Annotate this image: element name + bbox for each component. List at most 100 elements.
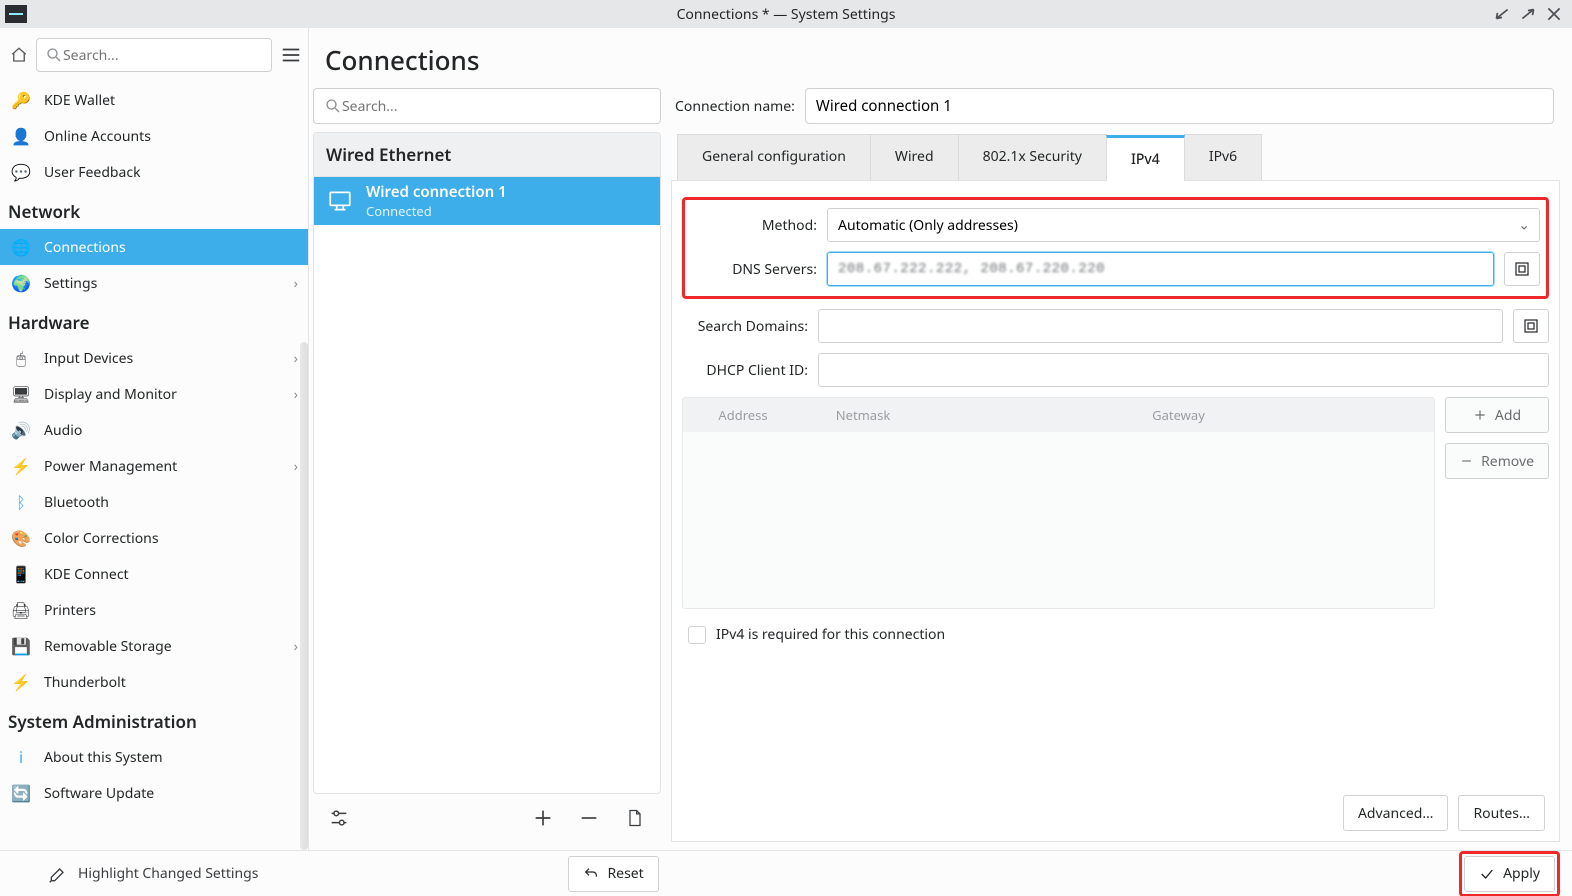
window-title: Connections * — System Settings <box>0 5 1572 24</box>
globe-icon: 🌍 <box>10 272 32 294</box>
sidebar-item-user-feedback[interactable]: 💬 User Feedback <box>0 154 308 190</box>
sidebar-item-connections[interactable]: 🌐 Connections <box>0 229 308 265</box>
advanced-button[interactable]: Advanced… <box>1343 795 1448 831</box>
remove-connection-button[interactable] <box>575 804 603 832</box>
sidebar-search-input[interactable] <box>63 46 263 65</box>
sidebar-item-online-accounts[interactable]: 👤 Online Accounts <box>0 118 308 154</box>
sidebar-item-bluetooth[interactable]: ᛒ Bluetooth <box>0 484 308 520</box>
highlighter-icon <box>48 864 68 884</box>
sidebar-item-label: Bluetooth <box>44 493 109 512</box>
remove-address-button[interactable]: Remove <box>1445 443 1549 479</box>
sidebar-item-display-monitor[interactable]: 🖥Display and Monitor› <box>0 376 308 412</box>
configure-button[interactable] <box>325 804 353 832</box>
tab-bar: General configuration Wired 802.1x Secur… <box>671 134 1560 181</box>
connection-search[interactable] <box>313 88 661 124</box>
window-controls <box>1492 4 1572 24</box>
tab-wired[interactable]: Wired <box>870 134 959 180</box>
sidebar-item-label: Removable Storage <box>44 637 172 656</box>
sidebar-item-label: Printers <box>44 601 96 620</box>
highlight-changed-label: Highlight Changed Settings <box>78 864 258 883</box>
connection-row[interactable]: Wired connection 1 Connected <box>314 177 660 225</box>
maximize-button[interactable] <box>1518 4 1538 24</box>
minus-icon <box>1460 454 1473 468</box>
connection-list: Wired Ethernet Wired connection 1 Connec… <box>313 132 661 794</box>
category-network: Network <box>0 190 308 229</box>
menu-button[interactable] <box>280 41 302 69</box>
annotation-highlight-apply: Apply <box>1459 851 1560 896</box>
ipv4-required-label: IPv4 is required for this connection <box>716 625 945 644</box>
search-domains-edit-button[interactable] <box>1513 309 1549 343</box>
sidebar-item-input-devices[interactable]: 🖱Input Devices› <box>0 340 308 376</box>
globe-icon: 🌐 <box>10 236 32 258</box>
col-netmask: Netmask <box>803 398 923 432</box>
dns-servers-value: 208.67.222.222, 208.67.220.220 <box>838 261 1105 277</box>
remove-label: Remove <box>1481 452 1534 471</box>
phone-icon: 📱 <box>10 563 32 585</box>
app-icon <box>5 5 27 23</box>
sidebar-item-about-system[interactable]: ℹAbout this System <box>0 739 308 775</box>
sidebar: 🔑 KDE Wallet 👤 Online Accounts 💬 User Fe… <box>0 28 309 850</box>
dhcp-client-id-label: DHCP Client ID: <box>682 361 808 380</box>
power-icon: ⚡ <box>10 455 32 477</box>
sidebar-item-label: About this System <box>44 748 163 767</box>
category-list[interactable]: 🔑 KDE Wallet 👤 Online Accounts 💬 User Fe… <box>0 82 308 850</box>
reset-button[interactable]: Reset <box>568 856 658 892</box>
search-domains-input[interactable] <box>818 309 1503 343</box>
storage-icon: 💾 <box>10 635 32 657</box>
bottom-bar: Highlight Changed Settings Reset Apply <box>0 850 1572 896</box>
sidebar-item-color-corrections[interactable]: 🎨Color Corrections <box>0 520 308 556</box>
apply-button[interactable]: Apply <box>1464 856 1555 892</box>
address-table-header: Address Netmask Gateway <box>683 398 1434 432</box>
col-gateway: Gateway <box>923 398 1434 432</box>
ipv4-required-checkbox[interactable] <box>688 626 706 644</box>
reset-label: Reset <box>607 864 643 883</box>
content: Connections Wired Ethernet Wired connect… <box>309 28 1572 850</box>
sidebar-item-network-settings[interactable]: 🌍 Settings › <box>0 265 308 301</box>
chevron-right-icon: › <box>294 349 298 368</box>
connection-name: Wired connection 1 <box>366 182 507 202</box>
ethernet-icon <box>326 187 354 215</box>
sidebar-search[interactable] <box>36 38 272 72</box>
sidebar-item-printers[interactable]: 🖨 Printers <box>0 592 308 628</box>
tab-8021x-security[interactable]: 802.1x Security <box>958 134 1107 180</box>
dns-servers-input[interactable]: 208.67.222.222, 208.67.220.220 <box>827 252 1494 286</box>
sidebar-item-label: Connections <box>44 238 126 257</box>
tab-ipv6[interactable]: IPv6 <box>1184 134 1262 180</box>
sidebar-item-kde-wallet[interactable]: 🔑 KDE Wallet <box>0 82 308 118</box>
home-button[interactable] <box>10 41 28 69</box>
printer-icon: 🖨 <box>10 599 32 621</box>
sidebar-item-label: User Feedback <box>44 163 141 182</box>
ipv4-form: Method: Automatic (Only addresses) ⌄ DNS… <box>671 181 1560 842</box>
sidebar-item-audio[interactable]: 🔊Audio <box>0 412 308 448</box>
search-icon <box>45 46 63 64</box>
close-button[interactable] <box>1544 4 1564 24</box>
add-connection-button[interactable] <box>529 804 557 832</box>
connection-search-input[interactable] <box>342 97 650 116</box>
address-table[interactable]: Address Netmask Gateway <box>682 397 1435 609</box>
tab-general-configuration[interactable]: General configuration <box>677 134 871 180</box>
plus-icon <box>1473 408 1487 422</box>
sidebar-item-removable-storage[interactable]: 💾Removable Storage› <box>0 628 308 664</box>
chevron-right-icon: › <box>294 457 298 476</box>
add-address-button[interactable]: Add <box>1445 397 1549 433</box>
export-connection-button[interactable] <box>621 804 649 832</box>
feedback-icon: 💬 <box>10 161 32 183</box>
highlight-changed-toggle[interactable]: Highlight Changed Settings <box>12 864 258 884</box>
connection-name-input[interactable] <box>805 88 1554 124</box>
sidebar-item-kde-connect[interactable]: 📱KDE Connect <box>0 556 308 592</box>
minimize-button[interactable] <box>1492 4 1512 24</box>
routes-button[interactable]: Routes… <box>1458 795 1545 831</box>
sidebar-item-power-management[interactable]: ⚡Power Management› <box>0 448 308 484</box>
sidebar-item-label: Color Corrections <box>44 529 159 548</box>
tab-ipv4[interactable]: IPv4 <box>1106 135 1185 181</box>
dns-edit-button[interactable] <box>1504 252 1540 286</box>
dhcp-client-id-input[interactable] <box>818 353 1549 387</box>
scrollbar[interactable] <box>300 342 308 850</box>
sidebar-item-software-update[interactable]: 🔄Software Update <box>0 775 308 811</box>
bluetooth-icon: ᛒ <box>10 491 32 513</box>
sidebar-item-label: KDE Wallet <box>44 91 115 110</box>
search-icon <box>324 97 342 115</box>
method-select[interactable]: Automatic (Only addresses) <box>827 208 1540 242</box>
audio-icon: 🔊 <box>10 419 32 441</box>
sidebar-item-thunderbolt[interactable]: ⚡Thunderbolt <box>0 664 308 700</box>
